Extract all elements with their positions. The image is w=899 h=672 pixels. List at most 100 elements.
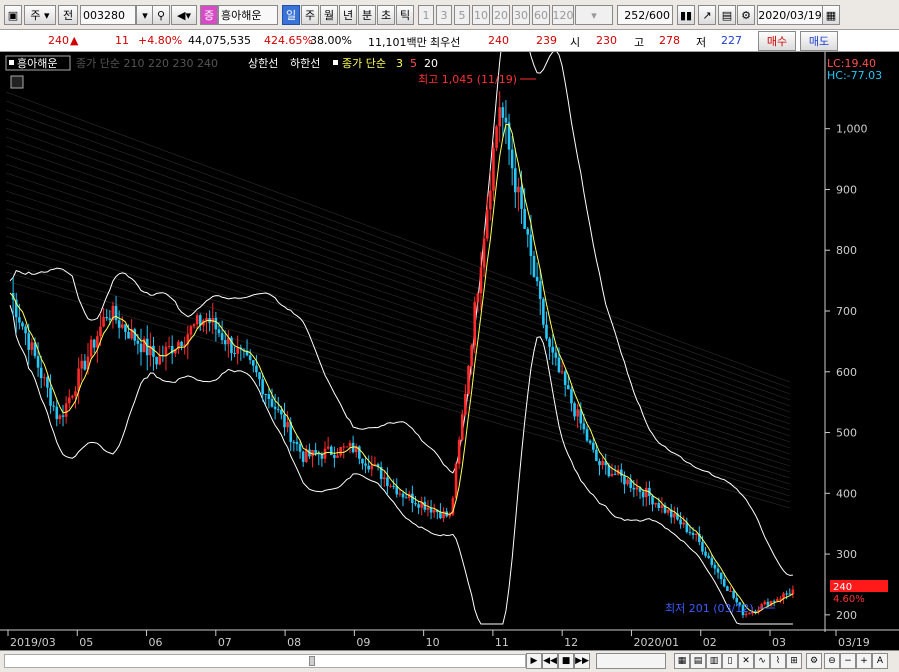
candle-body xyxy=(348,442,352,447)
tab-0[interactable]: 일 xyxy=(282,5,300,25)
mode-select[interactable]: 전 xyxy=(58,5,78,25)
trend-line xyxy=(5,262,791,497)
scrollbar-thumb[interactable] xyxy=(309,656,315,666)
hc-value: HC:-77.03 xyxy=(827,69,882,82)
tab-4[interactable]: 분 xyxy=(358,5,376,25)
bid-price: 239 xyxy=(536,34,557,47)
interval-20[interactable]: 20 xyxy=(492,5,510,25)
chart-type-icon[interactable]: ▯ xyxy=(722,653,738,669)
candle-body xyxy=(52,405,55,407)
interval-60[interactable]: 60 xyxy=(532,5,550,25)
candle-body xyxy=(364,463,367,466)
sound-icon[interactable]: ◀▾ xyxy=(171,5,197,25)
plus-icon[interactable]: + xyxy=(856,653,872,669)
tab-5[interactable]: 초 xyxy=(377,5,395,25)
candle-body xyxy=(785,593,788,595)
tab-1[interactable]: 주 xyxy=(301,5,319,25)
candle-body xyxy=(529,234,533,256)
interval-120[interactable]: 120 xyxy=(552,5,574,25)
settings-icon[interactable]: ⚙ xyxy=(806,653,822,669)
candle-body xyxy=(473,302,477,346)
candle-body xyxy=(314,449,317,454)
wave-icon[interactable]: ∿ xyxy=(754,653,770,669)
rewind-icon[interactable]: ◀◀ xyxy=(542,653,558,669)
trend-line xyxy=(5,136,791,413)
candle-body xyxy=(64,403,68,417)
indicator-icon[interactable]: ⌇ xyxy=(770,653,786,669)
compare-chart-icon[interactable]: ⊞ xyxy=(786,653,802,669)
last-price-value: 240 xyxy=(833,582,852,593)
scrollbar-track[interactable] xyxy=(4,654,526,668)
table-icon[interactable]: ▥ xyxy=(706,653,722,669)
tab-6[interactable]: 틱 xyxy=(396,5,414,25)
trend-line xyxy=(5,100,791,389)
period-select[interactable]: 주 ▾ xyxy=(24,5,56,25)
stock-code-field[interactable] xyxy=(81,8,135,22)
interval-30[interactable]: 30 xyxy=(512,5,530,25)
scroll-right-icon[interactable]: ▶ xyxy=(526,653,542,669)
candle-body xyxy=(114,305,118,321)
draw-tool-icon[interactable]: ↗ xyxy=(698,5,716,25)
candle-body xyxy=(701,542,704,552)
interval-5[interactable]: 5 xyxy=(454,5,470,25)
candle-body xyxy=(233,353,236,355)
sell-button[interactable]: 매도 xyxy=(800,31,838,51)
interval-1[interactable]: 1 xyxy=(418,5,434,25)
layout-icon[interactable]: ▦ xyxy=(674,653,690,669)
minus-icon[interactable]: − xyxy=(840,653,856,669)
candle-body xyxy=(679,519,682,525)
zoom-out-icon[interactable]: ⊖ xyxy=(824,653,840,669)
count-display[interactable]: 252/600 xyxy=(617,5,673,25)
trend-line xyxy=(5,199,791,455)
candle-body xyxy=(535,276,539,282)
tab-2[interactable]: 월 xyxy=(320,5,338,25)
save-icon[interactable]: ▤ xyxy=(718,5,736,25)
tab-3[interactable]: 년 xyxy=(339,5,357,25)
candle-body xyxy=(80,360,84,369)
x-tick-label: 2020/01 xyxy=(633,636,679,649)
candle-body xyxy=(551,346,555,353)
date-display[interactable]: 2020/03/19 xyxy=(757,5,823,25)
grid-icon[interactable]: ▤ xyxy=(690,653,706,669)
legend-ma5: 5 xyxy=(410,57,417,70)
zoom-slider[interactable] xyxy=(596,653,666,669)
x-tick-label: 03/19 xyxy=(838,636,870,649)
candle-body xyxy=(598,461,601,466)
candle-body xyxy=(342,446,346,448)
count-value: 252 xyxy=(624,8,646,22)
candle-body xyxy=(264,394,268,396)
candle-body xyxy=(392,485,395,487)
chart-panel[interactable]: 1,000 900 800 700 600 500 400 300 200 2019/03 05 0… xyxy=(0,0,899,652)
custom-interval-input[interactable]: ▾ xyxy=(575,5,613,25)
candle-body xyxy=(726,586,729,591)
forward-icon[interactable]: ▶▶ xyxy=(574,653,590,669)
candle-body xyxy=(766,601,770,606)
candle-body xyxy=(145,338,149,356)
font-size-icon[interactable]: A xyxy=(872,653,888,669)
candle-body xyxy=(46,377,49,388)
candle-body xyxy=(710,557,714,565)
candle-body xyxy=(99,326,102,337)
candle-body xyxy=(220,333,224,341)
x-tick-label: 12 xyxy=(564,636,578,649)
calendar-icon[interactable]: ▦ xyxy=(822,5,840,25)
cross-icon[interactable]: ✕ xyxy=(738,653,754,669)
gear-icon[interactable]: ⚙ xyxy=(737,5,755,25)
stock-code-input[interactable] xyxy=(80,5,136,25)
price-chart[interactable]: 1,000 900 800 700 600 500 400 300 200 2019/03 05 0… xyxy=(0,0,899,652)
interval-10[interactable]: 10 xyxy=(472,5,490,25)
trend-line xyxy=(5,181,791,443)
candle-body xyxy=(651,496,654,505)
compare-icon[interactable]: ▮▮ xyxy=(677,5,695,25)
change-amount: 11 xyxy=(115,34,129,47)
candle-body xyxy=(404,497,408,499)
buy-button[interactable]: 매수 xyxy=(758,31,796,51)
candle-body xyxy=(623,475,626,485)
search-icon[interactable]: ⚲ xyxy=(152,5,170,25)
candle-body xyxy=(479,267,483,294)
interval-3[interactable]: 3 xyxy=(436,5,452,25)
grid-toggle-icon[interactable] xyxy=(10,75,24,89)
candle-body xyxy=(548,338,551,347)
stop-icon[interactable]: ■ xyxy=(558,653,574,669)
window-icon[interactable]: ▣ xyxy=(4,5,22,25)
